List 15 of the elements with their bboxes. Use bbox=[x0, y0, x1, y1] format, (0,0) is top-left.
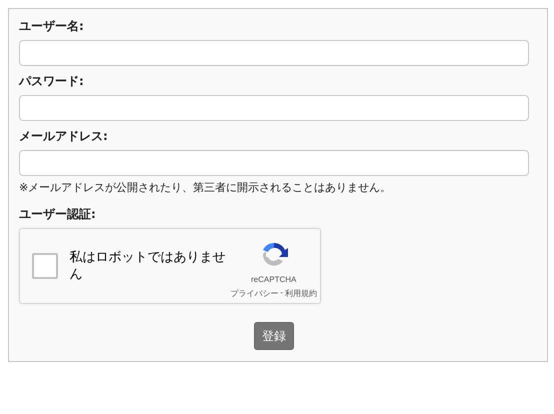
recaptcha-brand: reCAPTCHA bbox=[251, 275, 296, 284]
link-separator: - bbox=[280, 288, 284, 299]
captcha-checkbox[interactable] bbox=[32, 253, 58, 279]
field-note: ※メールアドレスが公開されたり、第三者に開示されることはありません。 bbox=[19, 180, 392, 195]
register-button[interactable]: 登録 bbox=[254, 322, 294, 350]
privacy-link[interactable]: プライバシー bbox=[230, 288, 278, 299]
input-field[interactable] bbox=[19, 150, 529, 176]
field-label: メールアドレス: bbox=[19, 129, 109, 144]
input-field[interactable] bbox=[19, 40, 529, 66]
field-label: パスワード: bbox=[19, 74, 85, 89]
input-field[interactable] bbox=[19, 95, 529, 121]
captcha-text: 私はロボットではありません bbox=[70, 249, 227, 283]
field-label: ユーザー名: bbox=[19, 19, 85, 34]
terms-link[interactable]: 利用規約 bbox=[285, 288, 318, 299]
field-label: ユーザー認証: bbox=[19, 207, 97, 222]
